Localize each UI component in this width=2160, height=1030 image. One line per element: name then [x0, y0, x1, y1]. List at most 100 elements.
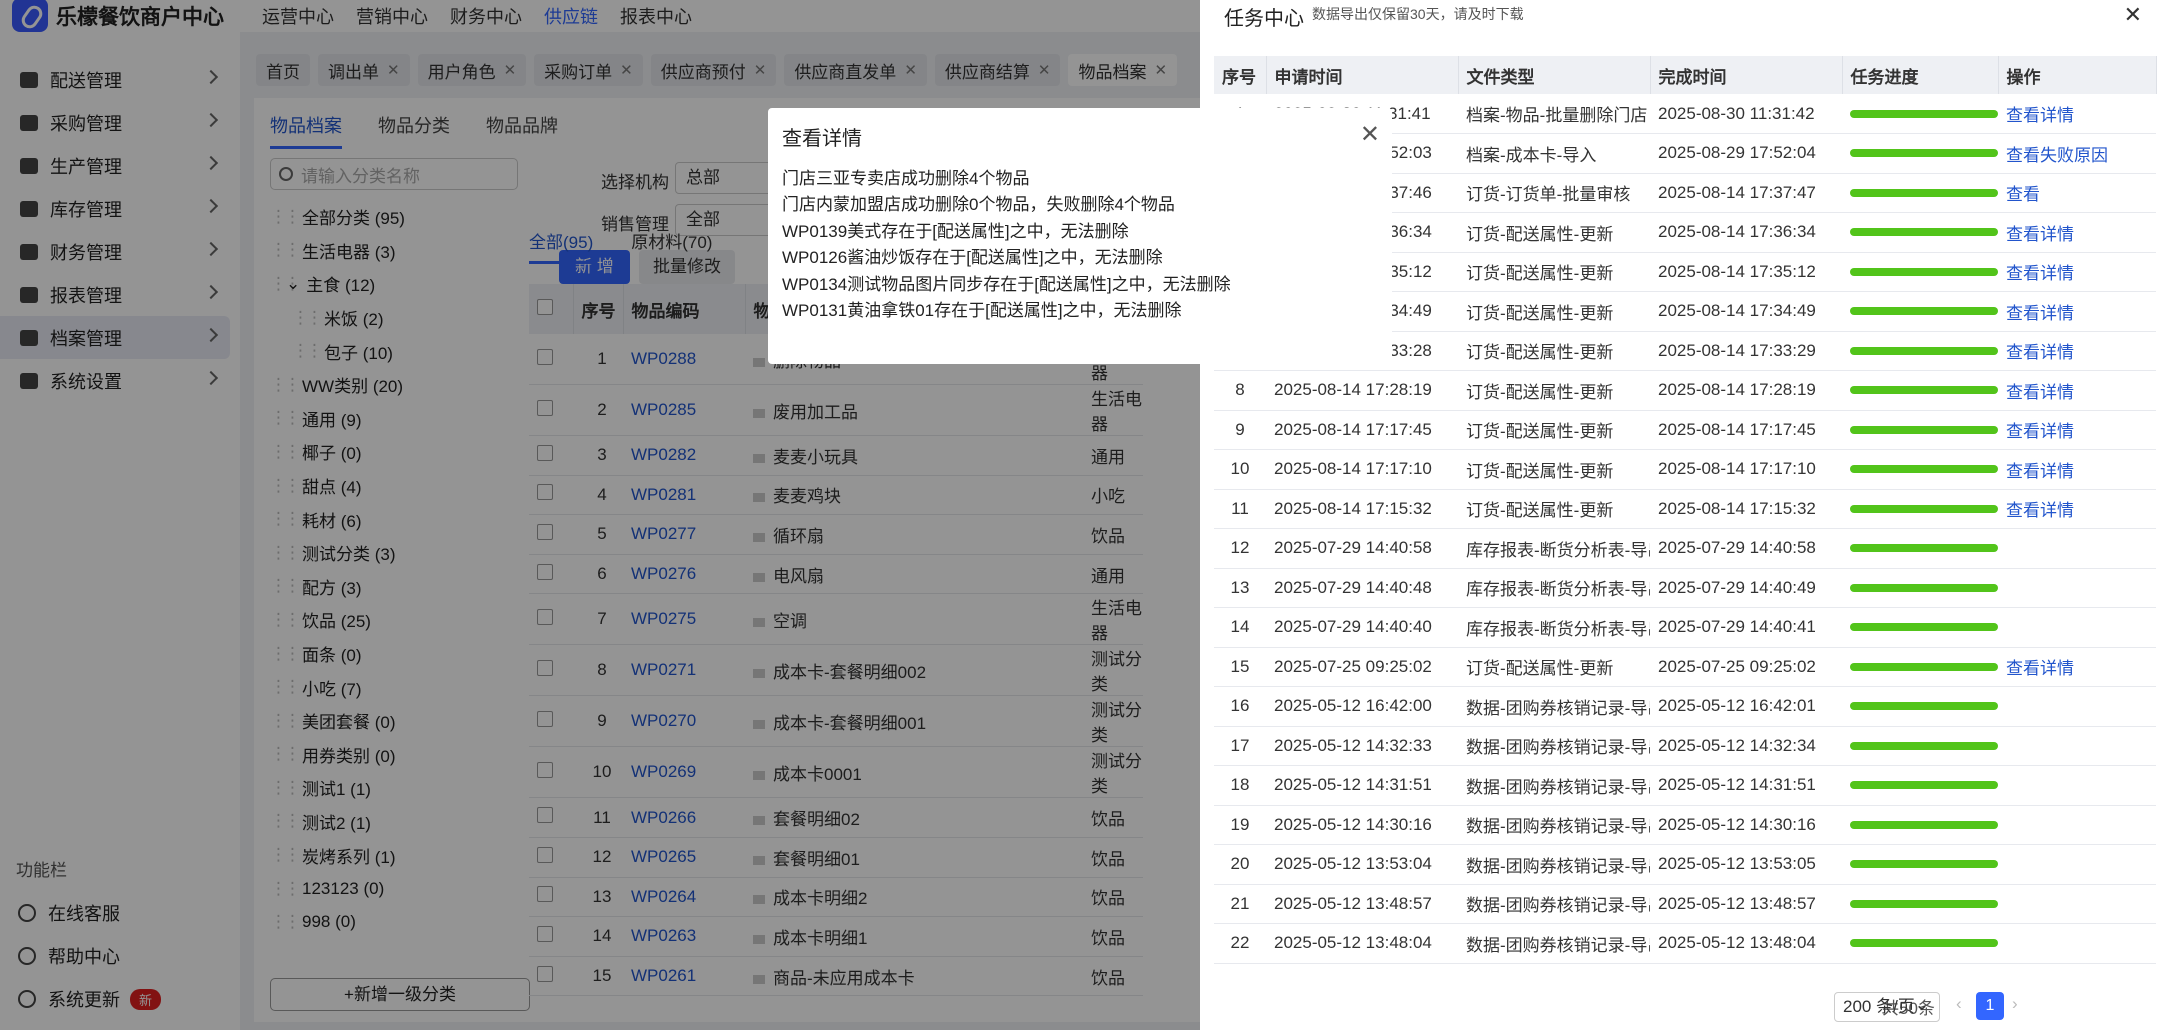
task-progress-cell — [1842, 212, 1998, 253]
task-finish-time: 2025-08-29 17:52:04 — [1650, 133, 1842, 174]
task-progress-cell — [1842, 173, 1998, 213]
task-index: 20 — [1214, 844, 1266, 885]
prev-page-icon[interactable]: ‹ — [1956, 994, 1962, 1014]
task-request-time: 2025-08-14 17:28:19 — [1266, 370, 1458, 411]
drawer-close-icon[interactable]: ✕ — [2124, 2, 2142, 28]
task-action-link[interactable]: 查看详情 — [1998, 449, 2156, 490]
task-row: 15 2025-07-25 09:25:02 订货-配送属性-更新 2025-07-2… — [1214, 647, 2156, 687]
progress-bar — [1850, 899, 1998, 908]
task-index: 8 — [1214, 370, 1266, 411]
task-index: 9 — [1214, 410, 1266, 450]
task-index: 16 — [1214, 686, 1266, 727]
task-row: 19 2025-05-12 14:30:16 数据-团购券核销记录-导出 2025-0… — [1214, 805, 2156, 845]
task-progress-cell — [1842, 686, 1998, 727]
task-action-link[interactable]: 查看详情 — [1998, 331, 2156, 371]
task-action-link[interactable]: 查看详情 — [1998, 647, 2156, 687]
task-action-link — [1998, 726, 2156, 766]
task-request-time: 2025-08-14 17:17:10 — [1266, 449, 1458, 490]
task-action-link — [1998, 805, 2156, 845]
progress-bar — [1850, 741, 1998, 750]
task-action-link[interactable]: 查看详情 — [1998, 370, 2156, 411]
next-page-icon[interactable]: › — [2012, 994, 2018, 1014]
progress-bar — [1850, 228, 1998, 237]
progress-bar — [1850, 820, 1998, 829]
task-finish-time: 2025-07-29 14:40:58 — [1650, 528, 1842, 569]
task-row: 11 2025-08-14 17:15:32 订货-配送属性-更新 2025-08-1… — [1214, 489, 2156, 529]
task-request-time: 2025-05-12 14:32:33 — [1266, 726, 1458, 766]
task-index: 18 — [1214, 765, 1266, 806]
task-finish-time: 2025-08-14 17:37:47 — [1650, 173, 1842, 213]
task-file-type: 订货-配送属性-更新 — [1458, 212, 1650, 253]
task-file-type: 库存报表-断货分析表-导出 — [1458, 528, 1650, 569]
task-file-type: 档案-物品-批量删除门店 — [1458, 94, 1650, 134]
task-index: 19 — [1214, 805, 1266, 845]
task-file-type: 订货-配送属性-更新 — [1458, 489, 1650, 529]
task-action-link — [1998, 607, 2156, 648]
task-file-type: 档案-成本卡-导入 — [1458, 133, 1650, 174]
modal-close-icon[interactable]: ✕ — [1360, 120, 1380, 149]
task-progress-cell — [1842, 765, 1998, 806]
progress-fill — [1850, 188, 1998, 197]
task-row: 12 2025-07-29 14:40:58 库存报表-断货分析表-导出 2025-0… — [1214, 528, 2156, 569]
task-file-type: 订货-配送属性-更新 — [1458, 291, 1650, 332]
task-file-type: 订货-配送属性-更新 — [1458, 252, 1650, 292]
task-header-row: 序号 申请时间 文件类型 完成时间 任务进度 操作 — [1214, 56, 2157, 94]
page-size-select[interactable]: 200 条/页 ⌄ — [1834, 992, 1940, 1022]
modal-title: 查看详情 — [782, 128, 862, 150]
task-request-time: 2025-05-12 13:48:04 — [1266, 923, 1458, 964]
task-column-header: 文件类型 — [1458, 56, 1651, 94]
task-request-time: 2025-05-12 13:53:04 — [1266, 844, 1458, 885]
task-action-link[interactable]: 查看详情 — [1998, 212, 2156, 253]
task-action-link[interactable]: 查看失败原因 — [1998, 133, 2156, 174]
progress-fill — [1850, 267, 1998, 276]
task-progress-cell — [1842, 528, 1998, 569]
task-request-time: 2025-05-12 16:42:00 — [1266, 686, 1458, 727]
modal-line: WP0126酱油炒饭存在于[配送属性]之中，无法删除 — [782, 248, 1163, 268]
task-action-link[interactable]: 查看 — [1998, 173, 2156, 213]
task-action-link[interactable]: 查看详情 — [1998, 410, 2156, 450]
page-size-value: 200 条/页 — [1843, 997, 1915, 1016]
progress-fill — [1850, 623, 1998, 632]
task-request-time: 2025-07-29 14:40:48 — [1266, 568, 1458, 608]
task-progress-cell — [1842, 923, 1998, 964]
task-progress-cell — [1842, 568, 1998, 608]
task-index: 10 — [1214, 449, 1266, 490]
task-action-link[interactable]: 查看详情 — [1998, 291, 2156, 332]
task-center-title: 任务中心 — [1224, 8, 1304, 30]
task-file-type: 数据-团购券核销记录-导出 — [1458, 884, 1650, 924]
modal-line: WP0139美式存在于[配送属性]之中，无法删除 — [782, 221, 1129, 241]
task-index: 12 — [1214, 528, 1266, 569]
task-action-link — [1998, 884, 2156, 924]
progress-bar — [1850, 781, 1998, 790]
progress-bar — [1850, 386, 1998, 395]
task-action-link[interactable]: 查看详情 — [1998, 252, 2156, 292]
task-progress-cell — [1842, 884, 1998, 924]
task-progress-cell — [1842, 331, 1998, 371]
task-finish-time: 2025-05-12 14:32:34 — [1650, 726, 1842, 766]
task-row: 22 2025-05-12 13:48:04 数据-团购券核销记录-导出 2025-0… — [1214, 923, 2156, 964]
progress-fill — [1850, 939, 1998, 948]
task-column-header: 申请时间 — [1266, 56, 1459, 94]
task-finish-time: 2025-05-12 13:53:05 — [1650, 844, 1842, 885]
progress-fill — [1850, 307, 1998, 316]
task-action-link[interactable]: 查看详情 — [1998, 94, 2156, 134]
task-request-time: 2025-08-14 17:17:45 — [1266, 410, 1458, 450]
task-finish-time: 2025-05-12 13:48:04 — [1650, 923, 1842, 964]
page-number-button[interactable]: 1 — [1976, 992, 2004, 1020]
progress-fill — [1850, 465, 1998, 474]
modal-line: WP0131黄油拿铁01存在于[配送属性]之中，无法删除 — [782, 301, 1182, 321]
task-index: 15 — [1214, 647, 1266, 687]
task-finish-time: 2025-08-14 17:35:12 — [1650, 252, 1842, 292]
task-action-link[interactable]: 查看详情 — [1998, 489, 2156, 529]
task-center-subtitle: 数据导出仅保留30天，请及时下载 — [1312, 6, 1524, 22]
progress-fill — [1850, 504, 1998, 513]
task-index: 21 — [1214, 884, 1266, 924]
task-file-type: 数据-团购券核销记录-导出 — [1458, 765, 1650, 806]
task-file-type: 库存报表-断货分析表-导出 — [1458, 607, 1650, 648]
task-index: 14 — [1214, 607, 1266, 648]
progress-fill — [1850, 741, 1998, 750]
task-file-type: 数据-团购券核销记录-导出 — [1458, 726, 1650, 766]
task-finish-time: 2025-05-12 16:42:01 — [1650, 686, 1842, 727]
task-file-type: 订货-订货单-批量审核 — [1458, 173, 1650, 213]
task-row: 17 2025-05-12 14:32:33 数据-团购券核销记录-导出 2025-0… — [1214, 726, 2156, 766]
